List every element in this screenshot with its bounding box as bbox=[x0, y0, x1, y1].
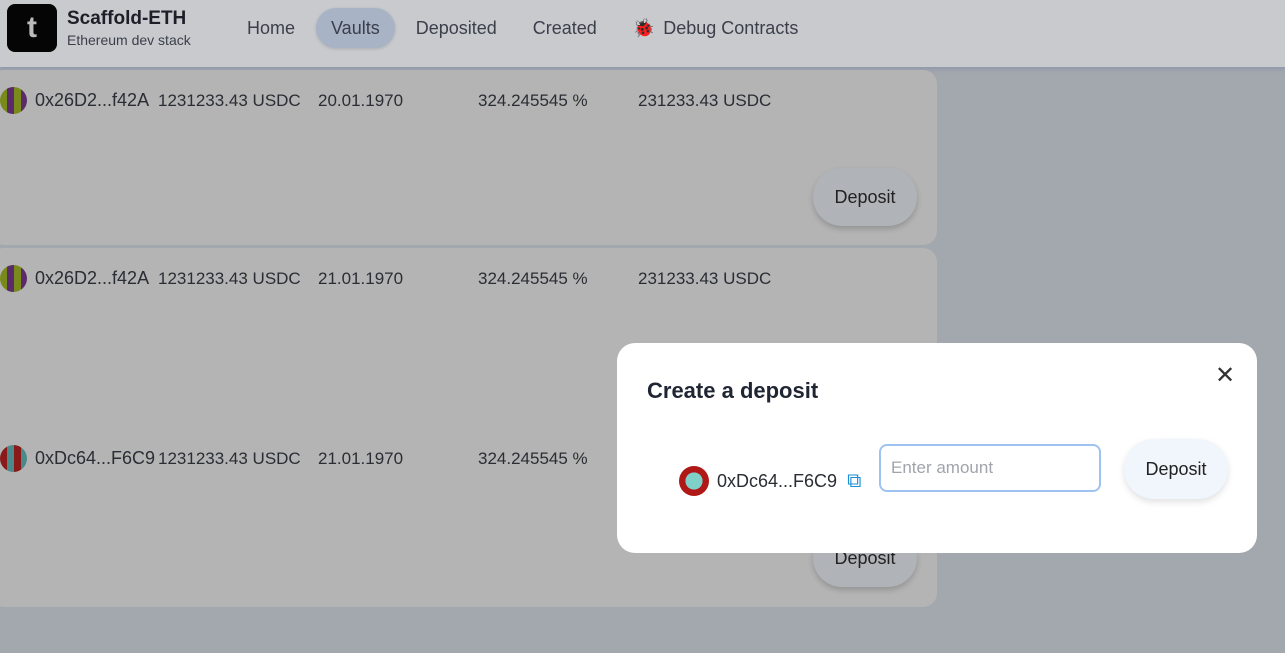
bug-icon: 🐞 bbox=[632, 17, 656, 38]
vault-rate: 324.245545 % bbox=[478, 90, 588, 110]
vault-date: 20.01.1970 bbox=[318, 90, 404, 110]
vault-amount: 1231233.43 USDC bbox=[158, 90, 301, 110]
nav-created[interactable]: Created bbox=[518, 8, 612, 48]
close-icon[interactable]: ✕ bbox=[1215, 361, 1235, 390]
brand-title: Scaffold-ETH bbox=[67, 8, 187, 29]
vault-row: 0xDc64...F6C9 1231233.43 USDC 21.01.1970… bbox=[0, 445, 638, 472]
copy-icon[interactable]: ⧉ bbox=[847, 470, 861, 493]
vault-card: 0x26D2...f42A 1231233.43 USDC 20.01.1970… bbox=[0, 70, 937, 245]
blockie-avatar bbox=[0, 87, 27, 114]
vault-row: 0x26D2...f42A 1231233.43 USDC 21.01.1970… bbox=[0, 265, 771, 292]
create-deposit-modal: Create a deposit ✕ 0xDc64...F6C9 ⧉ Depos… bbox=[617, 343, 1257, 553]
vault-total: 231233.43 USDC bbox=[638, 268, 772, 288]
vault-rate: 324.245545 % bbox=[478, 268, 588, 288]
vault-total: 231233.43 USDC bbox=[638, 90, 772, 110]
nav-vaults[interactable]: Vaults bbox=[316, 8, 395, 48]
nav-deposited[interactable]: Deposited bbox=[401, 8, 512, 48]
amount-input[interactable] bbox=[879, 444, 1101, 492]
nav-menu: Home Vaults Deposited Created 🐞 Debug Con… bbox=[232, 8, 813, 48]
blockie-avatar bbox=[679, 466, 709, 496]
address-text[interactable]: 0xDc64...F6C9 bbox=[717, 471, 837, 492]
scaffold-logo[interactable]: t bbox=[7, 4, 57, 52]
nav-debug-contracts[interactable]: 🐞 Debug Contracts bbox=[618, 8, 814, 48]
vault-address[interactable]: 0x26D2...f42A bbox=[35, 90, 158, 111]
blockie-avatar bbox=[0, 265, 27, 292]
vault-row: 0x26D2...f42A 1231233.43 USDC 20.01.1970… bbox=[0, 87, 771, 114]
deposit-button[interactable]: Deposit bbox=[813, 168, 917, 226]
modal-deposit-button[interactable]: Deposit bbox=[1124, 439, 1228, 499]
vault-amount: 1231233.43 USDC bbox=[158, 268, 301, 288]
nav-home[interactable]: Home bbox=[232, 8, 310, 48]
brand: Scaffold-ETH Ethereum dev stack bbox=[67, 8, 191, 48]
brand-subtitle: Ethereum dev stack bbox=[67, 32, 191, 48]
vault-address[interactable]: 0xDc64...F6C9 bbox=[35, 448, 158, 469]
vault-address[interactable]: 0x26D2...f42A bbox=[35, 268, 158, 289]
vault-amount: 1231233.43 USDC bbox=[158, 448, 301, 468]
modal-title: Create a deposit bbox=[647, 378, 819, 403]
blockie-avatar bbox=[0, 445, 27, 472]
vault-rate: 324.245545 % bbox=[478, 448, 588, 468]
navbar: t Scaffold-ETH Ethereum dev stack Home V… bbox=[0, 0, 1285, 67]
vault-date: 21.01.1970 bbox=[318, 448, 404, 468]
vault-date: 21.01.1970 bbox=[318, 268, 404, 288]
modal-address: 0xDc64...F6C9 ⧉ bbox=[679, 466, 861, 496]
